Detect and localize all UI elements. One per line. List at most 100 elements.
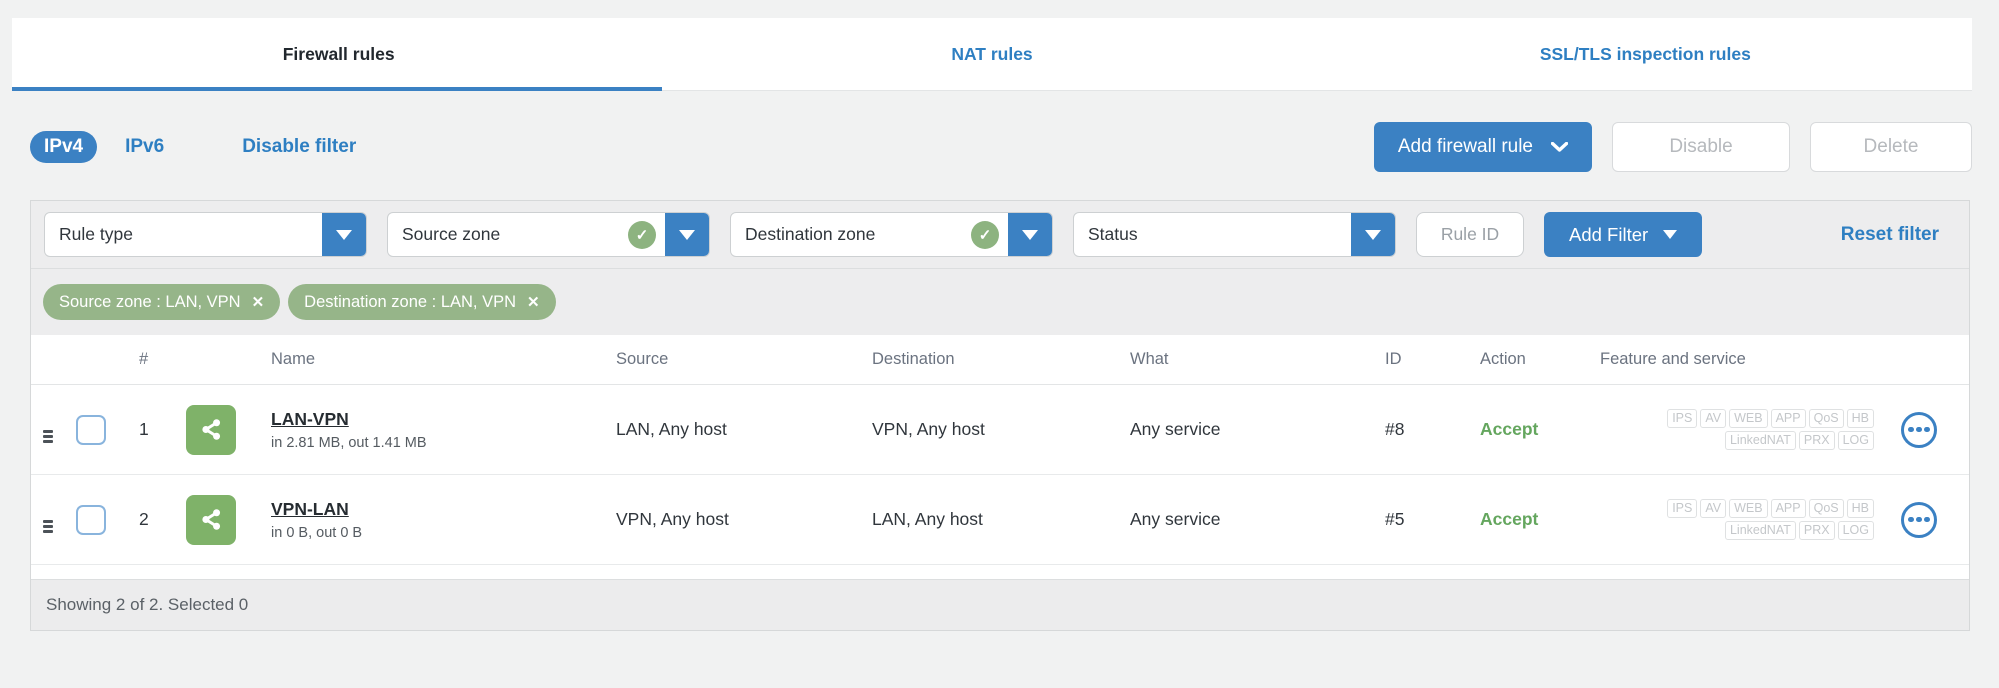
badge-av: AV bbox=[1700, 409, 1727, 428]
source-zone-dropdown-caret-button[interactable] bbox=[665, 213, 709, 256]
ipv4-toggle[interactable]: IPv4 bbox=[30, 131, 98, 163]
tab-label: SSL/TLS inspection rules bbox=[1539, 43, 1751, 64]
badge-app: APP bbox=[1770, 409, 1806, 428]
cell-action: Accept bbox=[1480, 509, 1539, 529]
feature-badges: IPS AV WEB APP QoS HB LinkedNAT PRX LOG bbox=[1667, 499, 1874, 540]
rule-name-link[interactable]: LAN-VPN bbox=[271, 409, 349, 430]
status-dropdown-label: Status bbox=[1088, 224, 1138, 244]
badge-prx: PRX bbox=[1798, 521, 1835, 540]
cell-what: Any service bbox=[1130, 419, 1221, 439]
feature-badges: IPS AV WEB APP QoS HB LinkedNAT PRX LOG bbox=[1667, 409, 1874, 450]
tab-ssl-tls-inspection-rules[interactable]: SSL/TLS inspection rules bbox=[1319, 18, 1972, 90]
badge-linkednat: LinkedNAT bbox=[1724, 521, 1796, 540]
rule-traffic: in 0 B, out 0 B bbox=[271, 524, 363, 541]
rule-type-tabbar: Firewall rules NAT rules SSL/TLS inspect… bbox=[12, 18, 1972, 91]
disable-button[interactable]: Disable bbox=[1612, 122, 1790, 172]
close-icon[interactable]: ✕ bbox=[527, 295, 540, 310]
share-icon bbox=[186, 404, 236, 455]
delete-button[interactable]: Delete bbox=[1810, 122, 1972, 172]
caret-down-icon bbox=[1663, 230, 1678, 239]
row-index: 2 bbox=[139, 509, 149, 529]
active-filter-chips: Source zone : LAN, VPN ✕ Destination zon… bbox=[31, 269, 1969, 335]
cell-destination: VPN, Any host bbox=[872, 419, 985, 439]
rule-name-link[interactable]: VPN-LAN bbox=[271, 499, 349, 520]
status-dropdown[interactable]: Status bbox=[1073, 212, 1396, 257]
add-filter-button[interactable]: Add Filter bbox=[1544, 212, 1703, 257]
source-zone-dropdown-label: Source zone bbox=[402, 224, 501, 244]
cell-id: #5 bbox=[1385, 509, 1405, 529]
source-zone-dropdown[interactable]: Source zone ✓ bbox=[387, 212, 710, 257]
rule-id-input[interactable] bbox=[1416, 212, 1524, 257]
header-destination: Destination bbox=[872, 350, 955, 368]
caret-down-icon bbox=[679, 229, 695, 240]
disable-filter-link[interactable]: Disable filter bbox=[242, 136, 356, 158]
badge-web: WEB bbox=[1729, 409, 1768, 428]
badge-prx: PRX bbox=[1798, 431, 1835, 450]
cell-id: #8 bbox=[1385, 419, 1405, 439]
drag-handle-icon[interactable] bbox=[43, 430, 53, 443]
filter-chip-label: Source zone : LAN, VPN bbox=[59, 292, 241, 311]
tab-label: Firewall rules bbox=[282, 43, 395, 64]
close-icon[interactable]: ✕ bbox=[252, 295, 265, 310]
caret-down-icon bbox=[1022, 229, 1038, 240]
filter-row: Rule type Source zone ✓ Destination zone… bbox=[31, 201, 1969, 269]
cell-source: LAN, Any host bbox=[616, 419, 727, 439]
badge-log: LOG bbox=[1837, 521, 1874, 540]
check-circle-icon: ✓ bbox=[628, 220, 656, 249]
cell-action: Accept bbox=[1480, 419, 1539, 439]
row-index: 1 bbox=[139, 419, 149, 439]
filter-chip-destination-zone: Destination zone : LAN, VPN ✕ bbox=[288, 284, 556, 320]
table-row: 1 LAN-VPN in 2.81 MB, out 1.41 MB LAN, A… bbox=[31, 385, 1969, 475]
firewall-rules-panel: Rule type Source zone ✓ Destination zone… bbox=[30, 200, 1970, 631]
share-icon bbox=[186, 494, 236, 545]
cell-what: Any service bbox=[1130, 509, 1221, 529]
chevron-down-icon bbox=[1551, 142, 1568, 152]
header-source: Source bbox=[616, 350, 669, 368]
toolbar: IPv4 IPv6 Disable filter Add firewall ru… bbox=[30, 122, 1972, 172]
destination-zone-dropdown-label: Destination zone bbox=[745, 224, 876, 244]
filter-chip-label: Destination zone : LAN, VPN bbox=[304, 292, 517, 311]
header-name: Name bbox=[271, 350, 316, 368]
destination-zone-dropdown[interactable]: Destination zone ✓ bbox=[730, 212, 1053, 257]
header-action: Action bbox=[1480, 350, 1526, 368]
badge-linkednat: LinkedNAT bbox=[1724, 431, 1796, 450]
cell-source: VPN, Any host bbox=[616, 509, 729, 529]
table-row: 2 VPN-LAN in 0 B, out 0 B VPN, Any host … bbox=[31, 475, 1969, 565]
add-filter-label: Add Filter bbox=[1569, 223, 1649, 245]
cell-destination: LAN, Any host bbox=[872, 509, 983, 529]
tab-firewall-rules[interactable]: Firewall rules bbox=[12, 18, 665, 91]
cell-feature: IPS AV WEB APP QoS HB LinkedNAT PRX LOG bbox=[1600, 409, 1969, 450]
badge-log: LOG bbox=[1837, 431, 1874, 450]
tab-label: NAT rules bbox=[951, 43, 1033, 64]
destination-zone-dropdown-caret-button[interactable] bbox=[1008, 213, 1052, 256]
badge-web: WEB bbox=[1729, 499, 1768, 518]
badge-ips: IPS bbox=[1667, 409, 1698, 428]
cell-feature: IPS AV WEB APP QoS HB LinkedNAT PRX LOG bbox=[1600, 499, 1969, 540]
badge-hb: HB bbox=[1846, 409, 1874, 428]
ellipsis-menu-icon[interactable] bbox=[1901, 501, 1937, 538]
rule-type-dropdown-caret-button[interactable] bbox=[322, 213, 366, 256]
badge-hb: HB bbox=[1846, 499, 1874, 518]
header-index: # bbox=[139, 350, 149, 368]
header-id: ID bbox=[1385, 350, 1402, 368]
ipv6-toggle[interactable]: IPv6 bbox=[125, 136, 164, 158]
badge-ips: IPS bbox=[1667, 499, 1698, 518]
header-feature: Feature and service bbox=[1600, 350, 1746, 368]
ellipsis-menu-icon[interactable] bbox=[1901, 411, 1937, 448]
reset-filter-link[interactable]: Reset filter bbox=[1841, 224, 1939, 246]
table-footer: Showing 2 of 2. Selected 0 bbox=[31, 579, 1969, 630]
add-firewall-rule-button[interactable]: Add firewall rule bbox=[1373, 122, 1592, 172]
badge-app: APP bbox=[1770, 499, 1806, 518]
rule-type-dropdown[interactable]: Rule type bbox=[44, 212, 367, 257]
drag-handle-icon[interactable] bbox=[43, 520, 53, 533]
badge-qos: QoS bbox=[1808, 499, 1844, 518]
row-checkbox[interactable] bbox=[76, 414, 106, 445]
filter-chip-source-zone: Source zone : LAN, VPN ✕ bbox=[43, 284, 281, 320]
badge-qos: QoS bbox=[1808, 409, 1844, 428]
tab-nat-rules[interactable]: NAT rules bbox=[665, 18, 1318, 90]
caret-down-icon bbox=[1365, 229, 1381, 240]
check-circle-icon: ✓ bbox=[971, 220, 999, 249]
status-dropdown-caret-button[interactable] bbox=[1351, 213, 1395, 256]
row-checkbox[interactable] bbox=[76, 504, 106, 535]
showing-count-text: Showing 2 of 2. Selected 0 bbox=[46, 595, 249, 614]
